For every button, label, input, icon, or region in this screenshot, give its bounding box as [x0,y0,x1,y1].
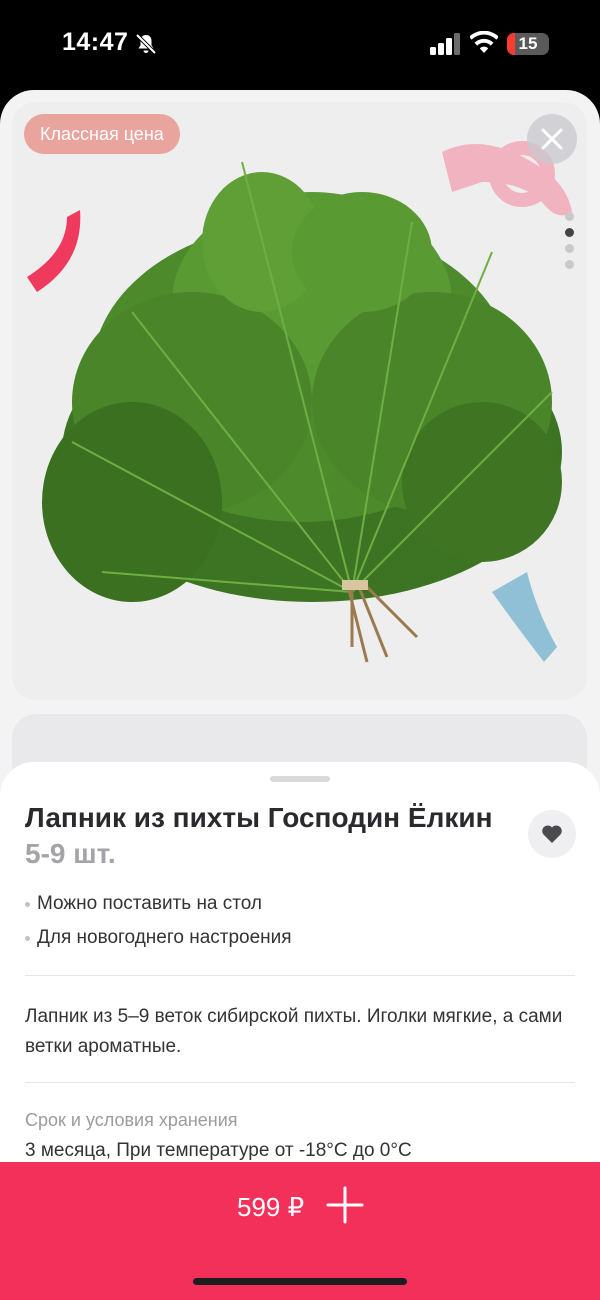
close-icon [541,128,563,150]
storage-value: 3 месяца, При температуре от -18°C до 0°… [25,1140,412,1161]
price-badge: Классная цена [24,114,180,154]
buy-bar: 599 ₽ [0,1162,600,1300]
product-quantity: 5-9 шт. [25,838,116,869]
product-title: Лапник из пихты Господин Ёлкин 5-9 шт. [25,800,505,872]
product-description: Лапник из 5–9 веток сибирской пихты. Иго… [25,1006,563,1057]
plus-icon [326,1186,364,1224]
fir-branches-image [27,141,572,663]
gallery-dot[interactable] [565,212,574,221]
bell-muted-icon [135,33,157,55]
feature-item: Можно поставить на стол [25,890,575,924]
close-button[interactable] [527,114,577,164]
divider [25,1082,575,1083]
product-photo[interactable]: Классная цена [12,102,587,700]
price-label: 599 ₽ [237,1192,305,1222]
sheet-grabber[interactable] [270,776,330,782]
feature-item: Для новогоднего настроения [25,924,575,958]
battery-level: 15 [518,34,538,53]
home-indicator[interactable] [193,1278,407,1285]
divider [25,975,575,976]
heart-icon [542,825,562,843]
product-name: Лапник из пихты Господин Ёлкин [25,802,493,833]
battery-icon: 15 [507,33,549,55]
gallery-pagination [565,212,577,276]
favorite-button[interactable] [528,810,576,858]
gallery-dot[interactable] [565,244,574,253]
status-time: 14:47 [62,28,129,56]
wifi-icon [470,31,498,53]
add-to-cart-button[interactable]: 599 ₽ [0,1162,600,1252]
gallery-dot-active[interactable] [565,228,574,237]
feature-list: Можно поставить на стол Для новогоднего … [25,890,575,958]
storage-label: Срок и условия хранения [25,1110,238,1130]
status-bar: 14:47 15 [0,0,600,90]
gallery-dot[interactable] [565,260,574,269]
cellular-signal-icon [430,33,460,55]
